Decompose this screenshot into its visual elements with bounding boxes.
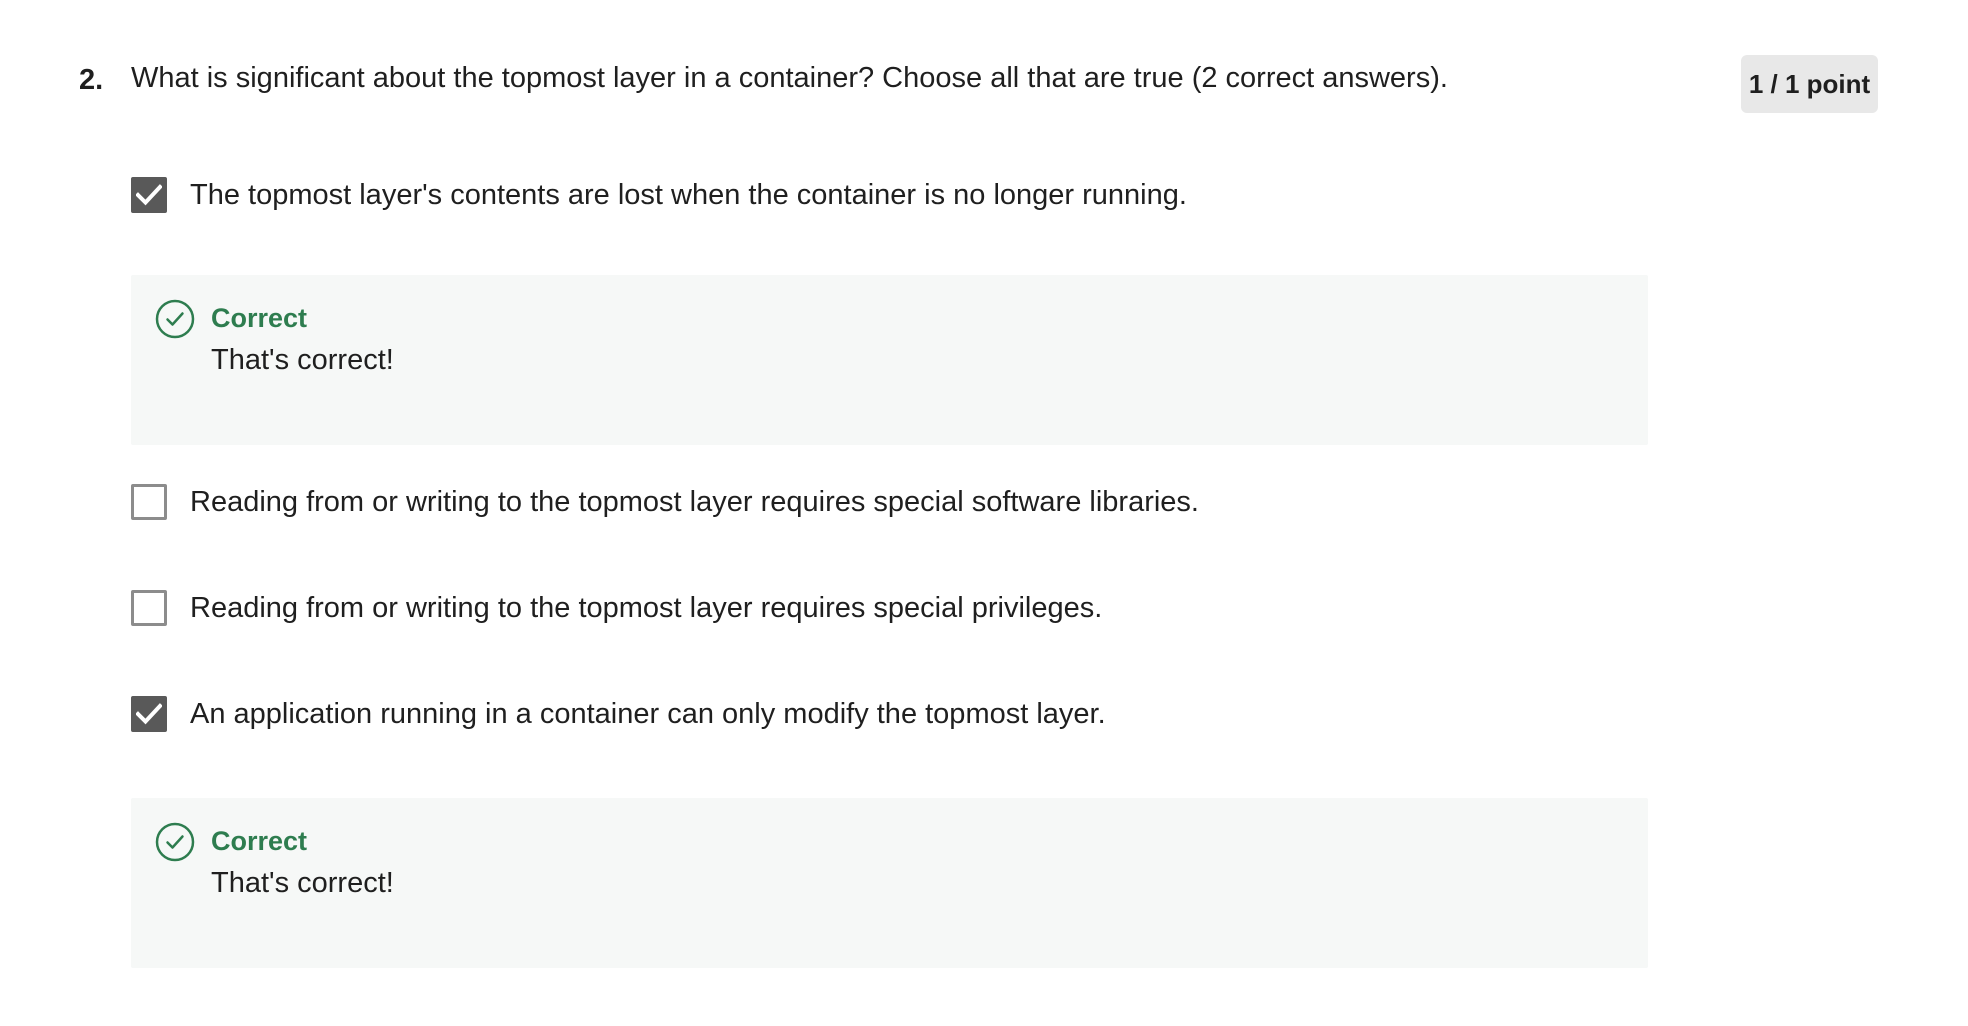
answer-option[interactable]: An application running in a container ca… — [131, 694, 1106, 734]
option-label: Reading from or writing to the topmost l… — [190, 592, 1103, 624]
check-icon — [136, 703, 162, 725]
feedback-text: That's correct! — [211, 867, 394, 899]
check-circle-icon — [155, 299, 195, 339]
points-badge: 1 / 1 point — [1741, 55, 1878, 113]
option-label: Reading from or writing to the topmost l… — [190, 486, 1199, 518]
feedback-panel: Correct That's correct! — [131, 798, 1648, 968]
checkbox-unchecked[interactable] — [131, 484, 167, 520]
question-number: 2. — [79, 64, 104, 96]
option-label: An application running in a container ca… — [190, 698, 1106, 730]
feedback-title: Correct — [211, 303, 308, 333]
question-prompt: What is significant about the topmost la… — [131, 62, 1448, 94]
quiz-question: 2. What is significant about the topmost… — [0, 0, 1968, 1026]
feedback-text: That's correct! — [211, 344, 394, 376]
check-circle-icon — [155, 822, 195, 862]
answer-option[interactable]: The topmost layer's contents are lost wh… — [131, 175, 1187, 215]
checkbox-checked[interactable] — [131, 696, 167, 732]
checkbox-checked[interactable] — [131, 177, 167, 213]
checkbox-unchecked[interactable] — [131, 590, 167, 626]
check-icon — [136, 184, 162, 206]
answer-option[interactable]: Reading from or writing to the topmost l… — [131, 482, 1199, 522]
feedback-title: Correct — [211, 826, 308, 856]
answer-option[interactable]: Reading from or writing to the topmost l… — [131, 588, 1102, 628]
feedback-panel: Correct That's correct! — [131, 275, 1648, 445]
option-label: The topmost layer's contents are lost wh… — [190, 179, 1187, 211]
